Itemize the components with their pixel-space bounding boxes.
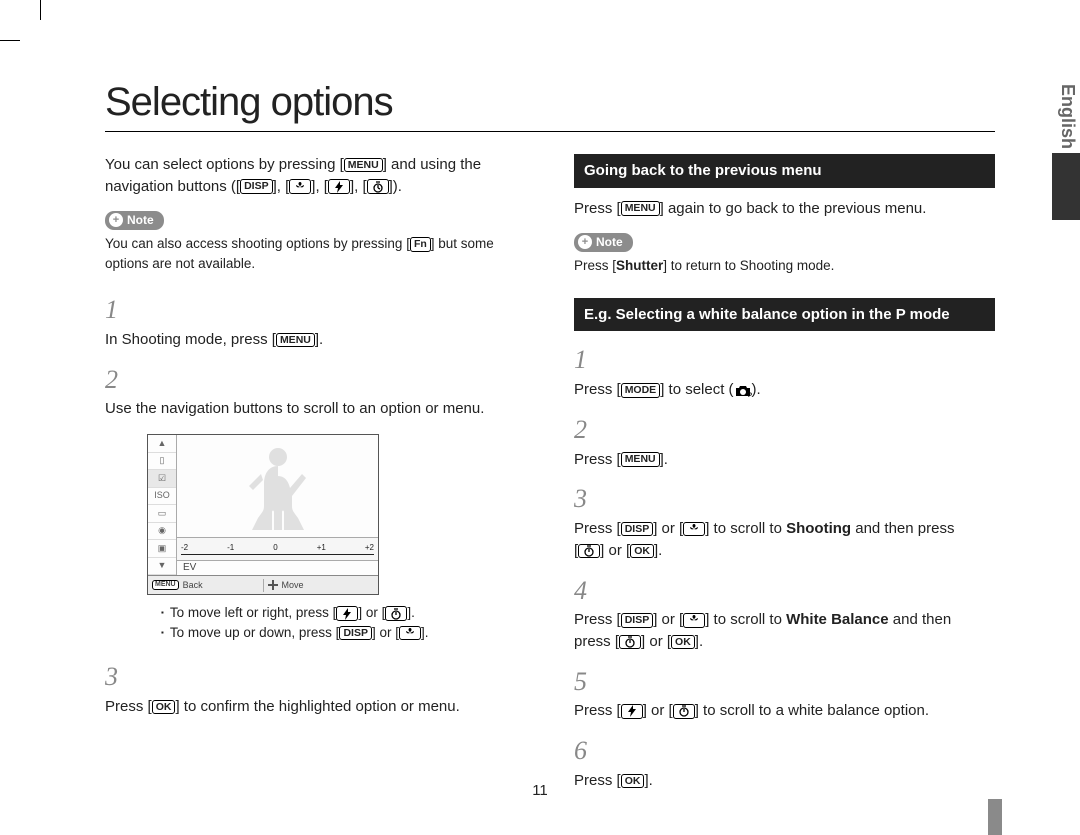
note-block: +Note You can also access shooting optio… bbox=[105, 208, 526, 274]
note-block: +Note Press [Shutter] to return to Shoot… bbox=[574, 230, 995, 276]
timer-icon bbox=[367, 179, 389, 194]
left-column: You can select options by pressing [MENU… bbox=[105, 154, 526, 802]
crop-mark bbox=[0, 40, 20, 41]
note-text: Press [Shutter] to return to Shooting mo… bbox=[574, 256, 995, 276]
ok-icon: OK bbox=[630, 544, 654, 559]
move-icon bbox=[268, 580, 278, 590]
bottom-tab-marker bbox=[988, 799, 1002, 835]
note-label: +Note bbox=[574, 233, 633, 252]
flash-icon bbox=[328, 179, 350, 194]
step-1: 1 In Shooting mode, press [MENU]. bbox=[105, 291, 526, 350]
ev-label: EV bbox=[177, 561, 378, 576]
flash-icon bbox=[336, 606, 358, 621]
camera-screen-mockup: ▲ ▯ ☑ ISO ▭ ◉ ▣ ▼ bbox=[147, 434, 379, 595]
ok-icon: OK bbox=[671, 635, 695, 650]
step-2: 2 Use the navigation buttons to scroll t… bbox=[105, 361, 526, 420]
mode-icon: MODE bbox=[621, 383, 661, 398]
note-label: +Note bbox=[105, 211, 164, 230]
macro-icon bbox=[399, 626, 421, 641]
rstep-5: 5 Press [] or [] to scroll to a white ba… bbox=[574, 663, 995, 722]
menu-icon: MENU bbox=[621, 452, 660, 467]
macro-icon bbox=[683, 522, 705, 537]
disp-icon: DISP bbox=[339, 626, 372, 641]
macro-icon bbox=[683, 613, 705, 628]
page-title: Selecting options bbox=[105, 80, 995, 125]
disp-icon: DISP bbox=[240, 179, 273, 194]
ev-scale-row: -2 -1 0 +1 +2 bbox=[177, 538, 378, 561]
step-3: 3 Press [OK] to confirm the highlighted … bbox=[105, 658, 526, 717]
timer-icon bbox=[673, 704, 695, 719]
right-column: Going back to the previous menu Press [M… bbox=[574, 154, 995, 802]
movement-bullets: To move left or right, press [] or []. T… bbox=[161, 603, 526, 642]
rstep-4: 4 Press [DISP] or [] to scroll to White … bbox=[574, 572, 995, 653]
macro-icon bbox=[289, 179, 311, 194]
fn-icon: Fn bbox=[410, 237, 431, 252]
silhouette-icon bbox=[243, 442, 313, 537]
timer-icon bbox=[578, 544, 600, 559]
flash-icon bbox=[621, 704, 643, 719]
menu-icon: MENU bbox=[621, 201, 660, 216]
ok-icon: OK bbox=[152, 700, 176, 715]
crop-mark bbox=[40, 0, 41, 20]
section-heading-1: Going back to the previous menu bbox=[574, 154, 995, 188]
screen-footer: MENUBack Move bbox=[148, 575, 378, 594]
rstep-2: 2 Press [MENU]. bbox=[574, 411, 995, 470]
timer-icon bbox=[385, 606, 407, 621]
page-content: Selecting options You can select options… bbox=[105, 80, 995, 802]
menu-icon: MENU bbox=[344, 158, 383, 173]
rstep-1: 1 Press [MODE] to select (P). bbox=[574, 341, 995, 400]
section1-text: Press [MENU] again to go back to the pre… bbox=[574, 198, 995, 220]
rstep-3: 3 Press [DISP] or [] to scroll to Shooti… bbox=[574, 480, 995, 561]
page-number: 11 bbox=[0, 782, 1080, 799]
section-heading-2: E.g. Selecting a white balance option in… bbox=[574, 298, 995, 332]
disp-icon: DISP bbox=[621, 522, 654, 537]
language-side-tab: English bbox=[1052, 80, 1080, 220]
screen-icon-strip: ▲ ▯ ☑ ISO ▭ ◉ ▣ ▼ bbox=[148, 435, 177, 575]
disp-icon: DISP bbox=[621, 613, 654, 628]
menu-icon: MENU bbox=[276, 333, 315, 348]
camera-p-icon: P bbox=[734, 383, 752, 397]
note-text: You can also access shooting options by … bbox=[105, 234, 526, 273]
divider bbox=[105, 131, 995, 132]
timer-icon bbox=[619, 635, 641, 650]
intro-text: You can select options by pressing [MENU… bbox=[105, 154, 526, 198]
language-label: English bbox=[1052, 80, 1080, 153]
